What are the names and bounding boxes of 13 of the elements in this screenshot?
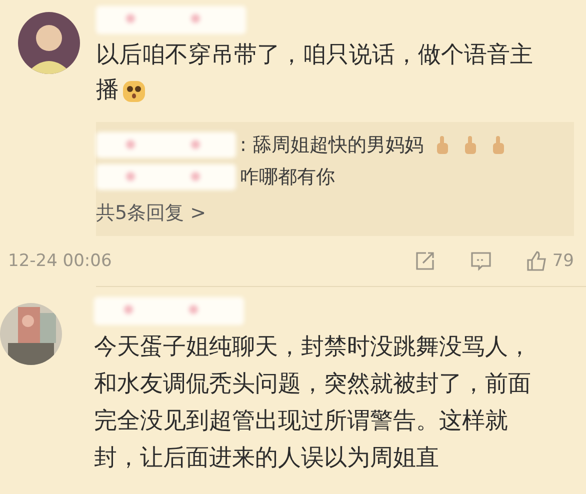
reply-text: 咋哪都有你 — [240, 165, 335, 190]
comment-text: 今天蛋子姐纯聊天，封禁时没跳舞没骂人， — [94, 333, 531, 362]
comment-text: 封，让后面进来的人误以为周姐直 — [94, 444, 439, 473]
comment-icon[interactable] — [470, 250, 492, 272]
comment-text: 以后咱不穿吊带了，咱只说话，做个语音主 — [96, 41, 533, 70]
comment-text: 完全没见到超管出现过所谓警告。这样就 — [94, 407, 508, 436]
reply-text: : 舔周姐超快的男妈妈 — [240, 133, 424, 158]
like-count: 79 — [552, 251, 574, 271]
share-icon[interactable] — [414, 250, 436, 272]
comment-text: 和水友调侃秃头问题，突然就被封了，前面 — [94, 370, 531, 399]
more-replies-link[interactable]: 共5条回复 > — [96, 200, 206, 226]
timestamp: 12-24 00:06 — [8, 251, 113, 271]
comment-text: 播 — [96, 76, 119, 105]
